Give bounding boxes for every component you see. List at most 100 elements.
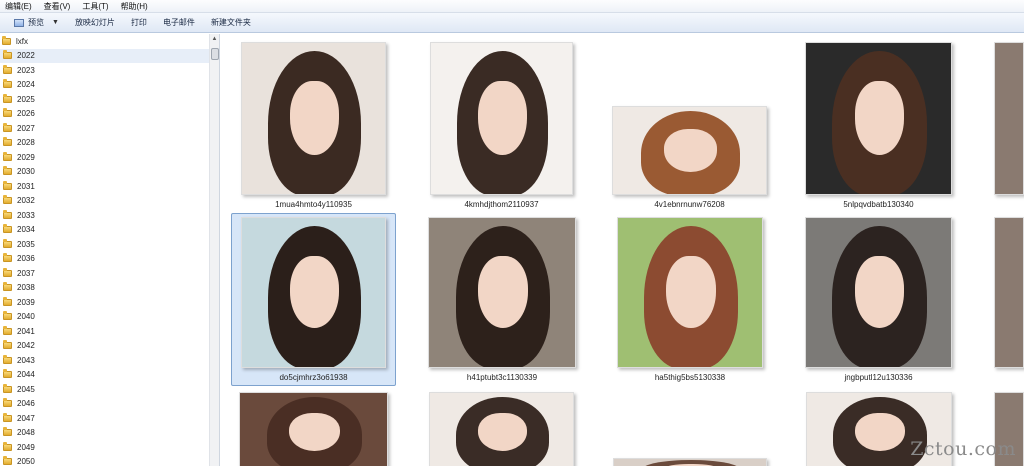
- thumbnail-image-partial[interactable]: [994, 217, 1024, 368]
- tree-folder-label: 2041: [17, 326, 35, 336]
- tree-folder-item[interactable]: 2037: [0, 266, 219, 281]
- thumbnail-image[interactable]: [241, 42, 386, 195]
- thumbnail-image[interactable]: [430, 42, 573, 195]
- print-button[interactable]: 打印: [123, 15, 155, 31]
- tree-folder-item[interactable]: 2032: [0, 194, 219, 209]
- tree-folder-item[interactable]: 2024: [0, 78, 219, 93]
- tree-folder-label: 2050: [17, 457, 35, 466]
- face-shape: [289, 255, 340, 329]
- thumbnail-image[interactable]: [617, 217, 763, 368]
- tree-folder-item[interactable]: 2044: [0, 368, 219, 383]
- thumbnail-caption: h41ptubt3c1130339: [466, 373, 538, 382]
- folder-icon: [3, 180, 12, 190]
- thumbnail-caption: do5cjmhrz3o61938: [279, 373, 348, 382]
- tree-folder-label: 2039: [17, 297, 35, 307]
- tree-folder-item[interactable]: 2039: [0, 295, 219, 310]
- folder-icon: [3, 282, 12, 292]
- tree-folder-label: 2037: [17, 268, 35, 278]
- tree-folder-item[interactable]: 2046: [0, 397, 219, 412]
- tree-folder-label: 2047: [17, 413, 35, 423]
- menu-edit[interactable]: 编辑(E): [0, 0, 39, 13]
- face-shape: [666, 255, 716, 329]
- tree-folder-label: 2040: [17, 312, 35, 322]
- tree-root[interactable]: lxfx: [0, 34, 219, 49]
- face-shape: [478, 81, 527, 155]
- folder-icon: [3, 340, 12, 350]
- tree-folder-item[interactable]: 2048: [0, 426, 219, 441]
- tree-folder-item[interactable]: 2023: [0, 63, 219, 78]
- folder-icon: [3, 441, 12, 451]
- tree-folder-label: 2042: [17, 341, 35, 351]
- folder-icon: [3, 166, 12, 176]
- thumbnail-caption: ha5thig5bs5130338: [654, 373, 726, 382]
- menu-help[interactable]: 帮助(H): [116, 0, 155, 13]
- slideshow-button[interactable]: 放映幻灯片: [67, 15, 123, 31]
- thumbnail-image[interactable]: [613, 458, 767, 466]
- thumbnail-caption: jngbputl12u130336: [844, 373, 913, 382]
- tree-folder-label: 2048: [17, 428, 35, 438]
- tree-folder-item[interactable]: 2045: [0, 382, 219, 397]
- preview-button[interactable]: 预览 ▼: [6, 15, 67, 31]
- tree-folder-item[interactable]: 2040: [0, 310, 219, 325]
- tree-folder-item[interactable]: 2026: [0, 107, 219, 122]
- tree-folder-item[interactable]: 2034: [0, 223, 219, 238]
- tree-folder-label: 2034: [17, 225, 35, 235]
- folder-icon: [3, 209, 12, 219]
- folder-icon: [3, 50, 12, 60]
- folder-icon: [3, 93, 12, 103]
- tree-folder-item[interactable]: 2022: [0, 48, 219, 63]
- thumbnail-image[interactable]: [429, 392, 574, 466]
- tree-folder-item[interactable]: 2033: [0, 208, 219, 223]
- tree-folder-item[interactable]: 2043: [0, 353, 219, 368]
- folder-icon: [3, 398, 12, 408]
- thumbnail-image[interactable]: [239, 392, 388, 466]
- scroll-thumb[interactable]: [211, 48, 219, 60]
- thumbnail-caption: 4v1ebnrnunw76208: [654, 200, 725, 209]
- preview-label: 预览: [28, 18, 44, 27]
- folder-icon: [3, 122, 12, 132]
- tree-folder-item[interactable]: 2036: [0, 252, 219, 267]
- tree-folder-label: 2035: [17, 239, 35, 249]
- chevron-down-icon[interactable]: ▼: [52, 19, 59, 26]
- folder-icon: [3, 267, 12, 277]
- tree-folder-item[interactable]: 2029: [0, 150, 219, 165]
- thumbnail-caption: 1mua4hmto4y110935: [275, 200, 352, 209]
- folder-icon: [3, 325, 12, 335]
- folder-icon: [3, 354, 12, 364]
- new-folder-button[interactable]: 新建文件夹: [203, 15, 259, 31]
- thumbnail-caption: 5nlpqvdbatb130340: [843, 200, 914, 209]
- scroll-up-arrow-icon[interactable]: ▲: [210, 34, 219, 44]
- tree-folder-item[interactable]: 2025: [0, 92, 219, 107]
- thumbnail-image[interactable]: [805, 42, 952, 195]
- tree-folder-item[interactable]: 2038: [0, 281, 219, 296]
- folder-icon: [3, 383, 12, 393]
- menu-tools[interactable]: 工具(T): [77, 0, 115, 13]
- menu-view[interactable]: 查看(V): [39, 0, 78, 13]
- watermark: Zctou.com: [910, 438, 1016, 460]
- face-shape: [289, 81, 340, 155]
- tree-folder-item[interactable]: 2035: [0, 237, 219, 252]
- tree-folder-item[interactable]: 2042: [0, 339, 219, 354]
- tree-folder-label: 2023: [17, 65, 35, 75]
- folder-icon: [3, 137, 12, 147]
- thumbnail-image[interactable]: [805, 217, 952, 368]
- tree-folder-item[interactable]: 2030: [0, 165, 219, 180]
- tree-scrollbar[interactable]: ▲: [209, 34, 219, 466]
- tree-folder-label: 2026: [17, 109, 35, 119]
- email-button[interactable]: 电子邮件: [155, 15, 203, 31]
- tree-folder-item[interactable]: 2031: [0, 179, 219, 194]
- tree-folder-item[interactable]: 2028: [0, 136, 219, 151]
- thumbnail-image[interactable]: [428, 217, 576, 368]
- tree-folder-item[interactable]: 2050: [0, 455, 219, 466]
- folder-icon: [3, 64, 12, 74]
- thumbnail-image[interactable]: [241, 217, 386, 368]
- face-shape: [477, 255, 529, 329]
- folder-icon: [3, 369, 12, 379]
- tree-folder-item[interactable]: 2047: [0, 411, 219, 426]
- thumbnail-view: 1mua4hmto4y110935 4kmhdjthom2110937 4v1ebn…: [221, 34, 1024, 466]
- thumbnail-image[interactable]: [612, 106, 767, 195]
- tree-folder-item[interactable]: 2049: [0, 440, 219, 455]
- tree-folder-item[interactable]: 2041: [0, 324, 219, 339]
- tree-folder-item[interactable]: 2027: [0, 121, 219, 136]
- thumbnail-image-partial[interactable]: [994, 42, 1024, 195]
